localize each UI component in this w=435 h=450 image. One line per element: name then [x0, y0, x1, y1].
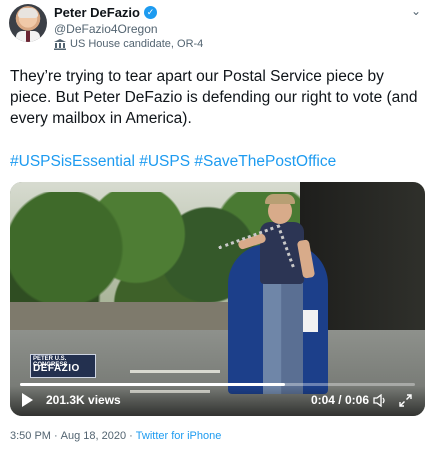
account-label: US House candidate, OR-4	[54, 38, 203, 50]
tweet-source[interactable]: Twitter for iPhone	[136, 430, 222, 442]
video-person-hat	[265, 194, 295, 204]
author-display-name[interactable]: Peter DeFazio	[54, 5, 140, 20]
play-icon[interactable]	[22, 393, 33, 407]
video-person-legs	[263, 282, 303, 394]
avatar-tie	[26, 31, 30, 42]
tweet-meta: 3:50 PM · Aug 18, 2020 · Twitter for iPhone	[10, 430, 221, 442]
video-time: 0:04 / 0:06	[310, 393, 369, 407]
meta-separator: ·	[53, 430, 58, 442]
tweet-date[interactable]: Aug 18, 2020	[61, 430, 126, 442]
tweet-text: They’re trying to tear apart our Postal …	[10, 68, 418, 127]
account-label-text: US House candidate, OR-4	[70, 38, 204, 50]
verified-badge-icon: ✓	[143, 6, 157, 19]
meta-separator: ·	[129, 430, 133, 442]
author-handle[interactable]: @DeFazio4Oregon	[54, 22, 158, 36]
video-progress-bar[interactable]	[20, 383, 415, 386]
avatar[interactable]	[9, 4, 47, 42]
video-player[interactable]: PETER U.S. CONGRESS DEFAZIO 201.3K views…	[10, 182, 425, 416]
volume-icon[interactable]	[373, 394, 387, 407]
author-name-row[interactable]: Peter DeFazio ✓	[54, 5, 157, 20]
video-overlay-line2: DEFAZIO	[33, 363, 80, 374]
video-progress-fill	[20, 383, 285, 386]
video-overlay-logo: PETER U.S. CONGRESS DEFAZIO	[30, 354, 96, 378]
expand-icon[interactable]	[399, 394, 412, 407]
avatar-hair	[18, 8, 38, 18]
parking-stripe	[130, 370, 220, 373]
chevron-down-icon[interactable]: ⌄	[411, 4, 421, 18]
tweet-time[interactable]: 3:50 PM	[10, 430, 51, 442]
government-building-icon	[54, 38, 66, 50]
video-view-count: 201.3K views	[46, 393, 121, 407]
tweet-hashtags[interactable]: #USPSisEssential #USPS #SaveThePostOffic…	[10, 153, 336, 171]
